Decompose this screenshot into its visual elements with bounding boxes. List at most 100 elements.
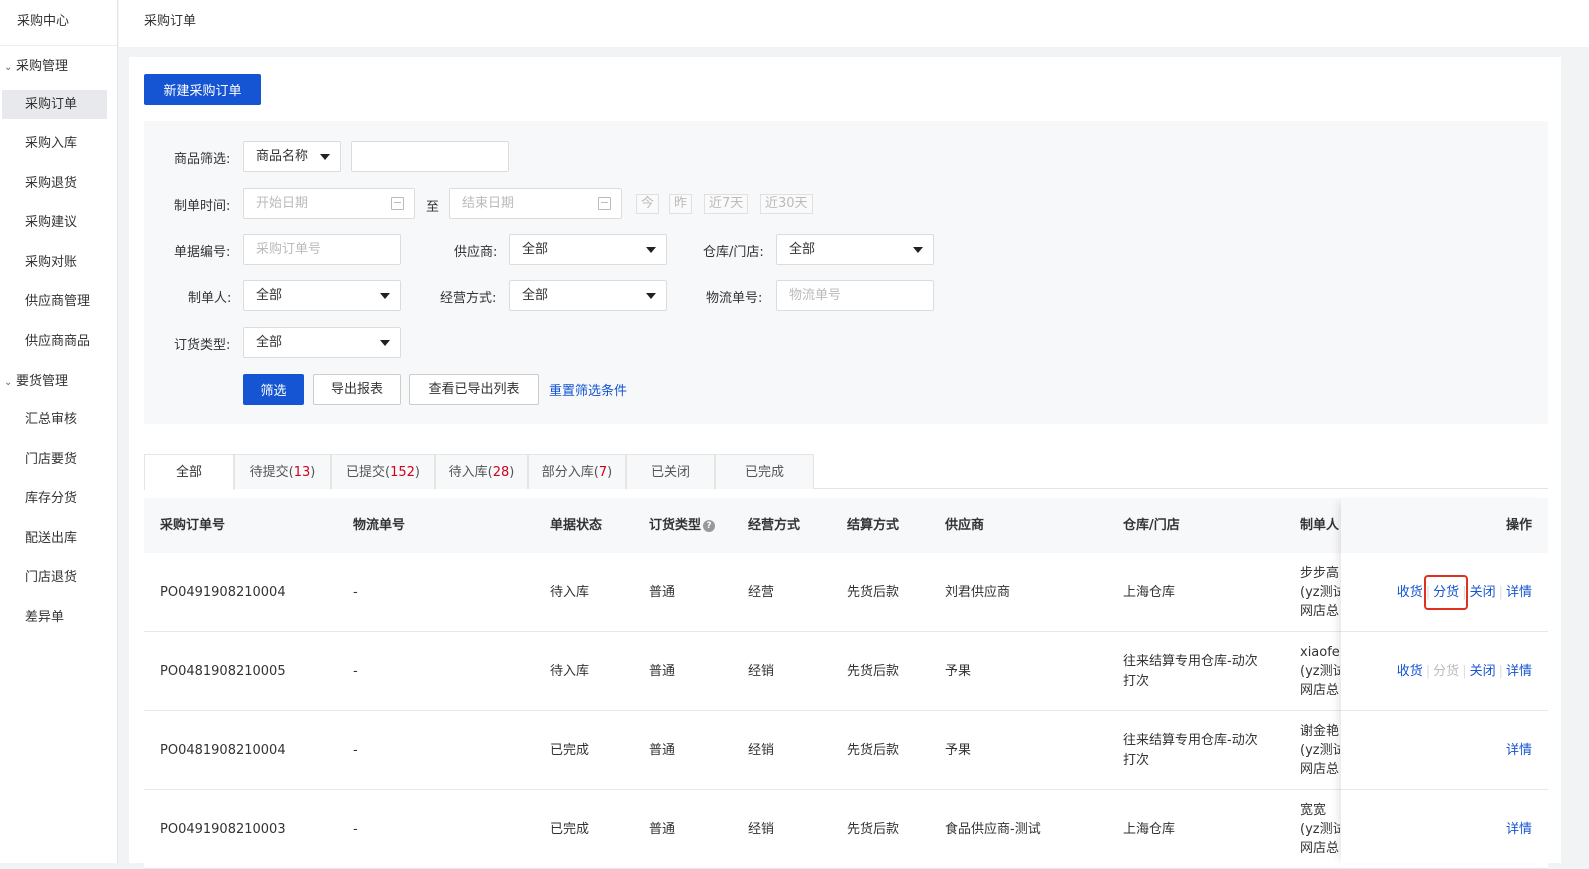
help-icon[interactable]: ? [703,520,716,532]
table-row: PO0481908210005 - 待入库 普通 经销 先货后款 予果 往来结算… [144,632,1548,711]
sidebar-item-supplier-manage[interactable]: 供应商管理 [0,282,117,322]
receive-link[interactable]: 收货 [1397,664,1423,679]
supplier-select[interactable]: 全部 [509,234,667,265]
col-order-type: 订货类型? [649,498,716,553]
quick-7days[interactable]: 近7天 [704,194,749,214]
col-maker: 制单人 [1300,518,1340,533]
sidebar-group-label: 要货管理 [16,374,69,389]
filter-button[interactable]: 筛选 [243,374,304,405]
cell-warehouse: 往来结算专用仓库-动次 打次 [1123,652,1258,692]
order-no-input[interactable]: 采购订单号 [243,234,401,265]
tab-count: 152 [390,465,415,480]
cell-mode: 经销 [748,822,775,837]
warehouse-label: 仓库/门店: [703,245,764,260]
sidebar-item-store-requisition[interactable]: 门店要货 [0,440,117,480]
sidebar-item-delivery-outbound[interactable]: 配送出库 [0,519,117,559]
maker-line: (yz测试 [1300,822,1340,837]
cell-status: 待入库 [550,664,590,679]
col-mode: 经营方式 [748,518,801,533]
tab-completed[interactable]: 已完成 [715,454,814,489]
sidebar-item-purchase-reconcile[interactable]: 采购对账 [0,243,117,283]
tab-label: 全部 [175,465,202,480]
tab-label: 已完成 [744,465,784,480]
sidebar-item-supplier-goods[interactable]: 供应商商品 [0,322,117,362]
cell-order-no: PO0491908210003 [160,822,286,837]
table-row: PO0491908210004 - 待入库 普通 经营 先货后款 刘君供应商 上… [144,553,1548,632]
sidebar-item-purchase-order[interactable]: 采购订单 [2,90,107,119]
cell-settle: 先货后款 [847,664,900,679]
receive-link[interactable]: 收货 [1397,585,1423,600]
maker-line: 步步高 [1300,566,1340,581]
divider: | [1425,664,1431,679]
close-link[interactable]: 关闭 [1470,664,1496,679]
cell-warehouse: 往来结算专用仓库-动次 打次 [1123,731,1258,771]
warehouse-line: 打次 [1123,674,1150,689]
cell-maker: 谢金艳 (yz测试 网店总 [1300,722,1340,779]
sidebar-item-summary-review[interactable]: 汇总审核 [0,400,117,440]
caret-down-icon [913,247,923,253]
detail-link[interactable]: 详情 [1506,822,1532,837]
maker-line: 网店总 [1300,762,1340,777]
close-link[interactable]: 关闭 [1470,585,1496,600]
sidebar-group-purchase[interactable]: ⌄ 采购管理 [0,46,117,85]
warehouse-select[interactable]: 全部 [776,234,934,265]
logistics-input[interactable]: 物流单号 [776,280,934,311]
quick-yesterday[interactable]: 昨 [669,194,693,214]
sidebar-item-purchase-suggestion[interactable]: 采购建议 [0,203,117,243]
quick-today[interactable]: 今 [636,194,660,214]
order-type-select[interactable]: 全部 [243,327,401,358]
order-type-value: 全部 [256,335,283,350]
detail-link[interactable]: 详情 [1506,743,1532,758]
divider: | [1498,585,1503,600]
order-no-label: 单据编号: [174,245,231,260]
cell-settle: 先货后款 [847,743,900,758]
scrollbar[interactable] [1579,47,1589,863]
ops-row: 收货 | 分货 | 关闭 | 详情 [1341,632,1548,711]
sidebar-item-store-return[interactable]: 门店退货 [0,558,117,598]
tab-partial-inbound[interactable]: 部分入库(7) [528,454,626,489]
tab-pending-submit[interactable]: 待提交(13) [234,454,331,489]
maker-label: 制单人: [188,291,232,306]
col-operations: 操作 [1341,498,1548,553]
product-filter-label: 商品筛选: [174,152,231,167]
chevron-down-icon: ⌄ [4,62,13,73]
tab-pending-inbound[interactable]: 待入库(28) [435,454,528,489]
export-report-button[interactable]: 导出报表 [313,374,401,405]
sidebar-item-purchase-inbound[interactable]: 采购入库 [0,124,117,164]
maker-select[interactable]: 全部 [243,280,401,311]
cell-mode: 经销 [748,743,775,758]
cell-order-type: 普通 [649,585,676,600]
cell-supplier: 予果 [945,743,972,758]
tab-all[interactable]: 全部 [144,454,234,490]
quick-30days[interactable]: 近30天 [760,194,813,214]
tab-submitted[interactable]: 已提交(152) [331,454,435,489]
tab-closed[interactable]: 已关闭 [626,454,715,489]
new-purchase-order-button[interactable]: 新建采购订单 [144,74,261,105]
product-field-select[interactable]: 商品名称 [243,141,341,172]
sidebar-item-discrepancy[interactable]: 差异单 [0,598,117,638]
table-header: 采购订单号 物流单号 单据状态 订货类型? 经营方式 结算方式 供应商 仓库/门… [144,498,1548,553]
detail-link[interactable]: 详情 [1506,585,1532,600]
cell-maker: 步步高 (yz测试 网店总 [1300,564,1340,621]
reset-filter-link[interactable]: 重置筛选条件 [549,380,627,399]
ops-row: 详情 [1341,790,1548,869]
cell-order-type: 普通 [649,822,676,837]
sidebar-item-purchase-return[interactable]: 采购退货 [0,164,117,204]
cell-logistics: - [353,585,358,600]
end-date-input[interactable]: 结束日期 [449,188,622,219]
mode-value: 全部 [522,288,549,303]
sidebar-group-requisition[interactable]: ⌄ 要货管理 [0,361,117,400]
sidebar-item-stock-allocation[interactable]: 库存分货 [0,479,117,519]
view-exported-button[interactable]: 查看已导出列表 [409,374,539,405]
col-warehouse: 仓库/门店 [1123,518,1180,533]
cell-supplier: 刘君供应商 [945,585,1011,600]
date-label: 制单时间: [174,199,231,214]
mode-select[interactable]: 全部 [509,280,667,311]
start-date-input[interactable]: 开始日期 [243,188,415,219]
operations-column: 操作 收货 | 分货 | 关闭 | 详情 收货 | 分货 | 关闭 | 详情 详情 详情 [1341,498,1548,869]
detail-link[interactable]: 详情 [1506,664,1532,679]
product-search-input[interactable] [351,141,509,172]
maker-line: (yz测试 [1300,585,1340,600]
caret-down-icon [380,293,390,299]
cell-warehouse: 上海仓库 [1123,585,1176,600]
